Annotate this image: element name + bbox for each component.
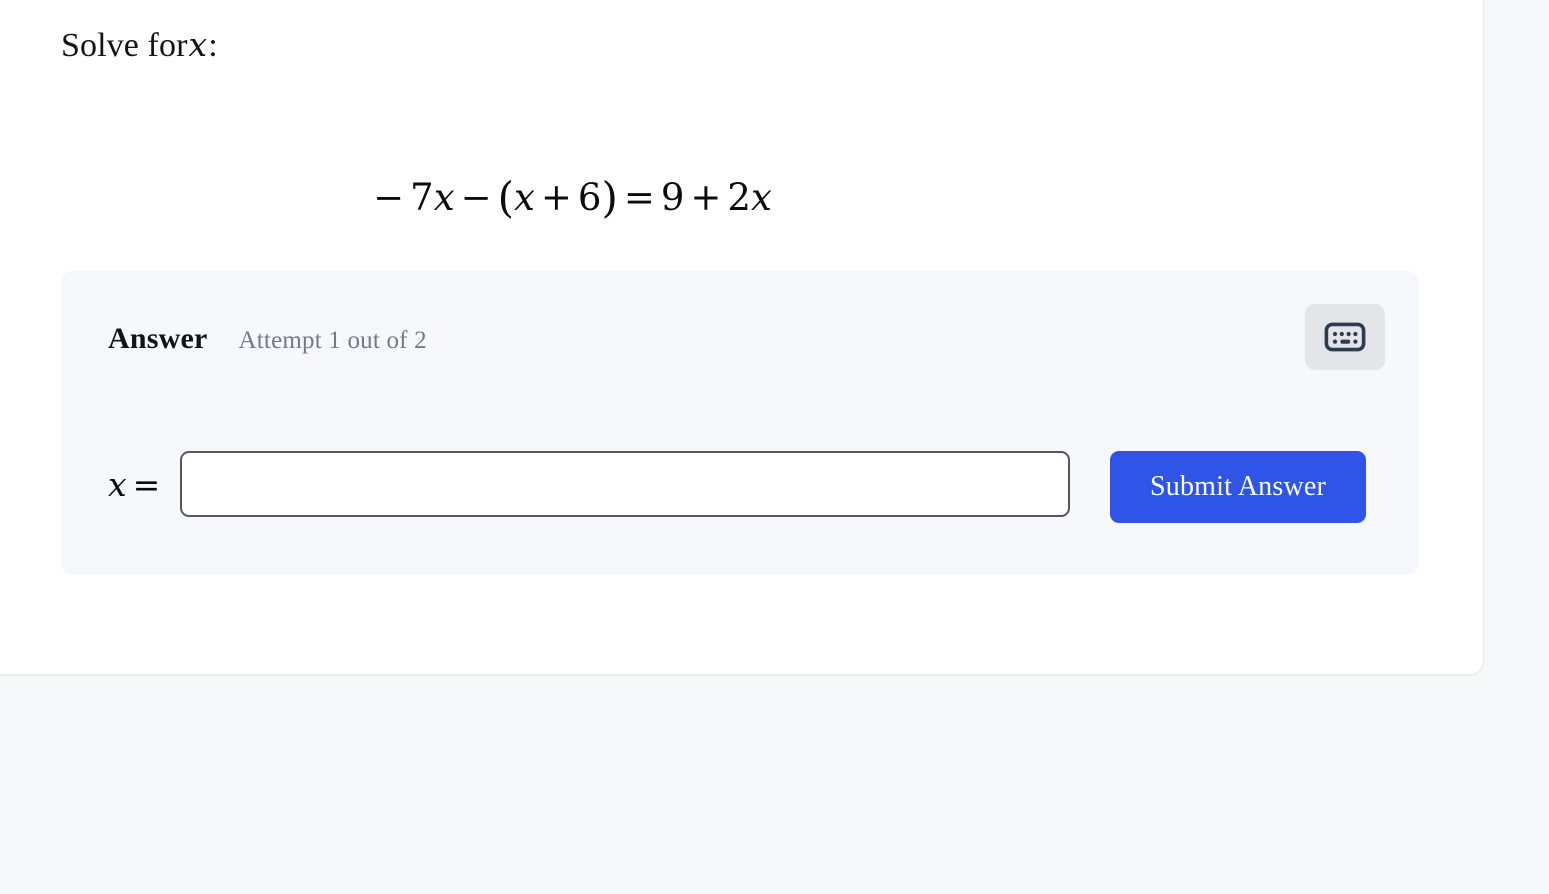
page-title: Solve forx: <box>61 23 218 68</box>
equation-token: 7 <box>410 176 434 219</box>
answer-variable: x <box>108 465 127 504</box>
equation-display: −7x − (x +6) = 9 +2x <box>61 173 1078 224</box>
keyboard-icon <box>1324 322 1366 352</box>
equation-token: + <box>540 176 572 219</box>
question-card-content: Solve forx: −7x − (x +6) = 9 +2x Answer Attemp… <box>1 1 1483 674</box>
keyboard-toggle-button[interactable] <box>1305 304 1385 370</box>
equation-token: x <box>514 176 535 219</box>
answer-equals-sign: = <box>132 465 161 504</box>
equation-token: ( <box>497 173 514 222</box>
answer-panel: Answer Attempt 1 out of 2 x = Submit Ans… <box>61 271 1419 575</box>
equation-token: ) <box>601 173 618 222</box>
equation-token: + <box>690 176 722 219</box>
equation-token: 2 <box>727 176 751 219</box>
prompt-trailing: : <box>208 27 218 64</box>
equation-token: − <box>373 176 405 219</box>
answer-header: Answer Attempt 1 out of 2 <box>108 322 427 356</box>
answer-variable-label: x = <box>108 465 160 505</box>
prompt-variable: x <box>188 25 208 64</box>
prompt-lead: Solve for <box>61 27 188 64</box>
answer-input[interactable] <box>180 451 1070 517</box>
submit-answer-button[interactable]: Submit Answer <box>1110 451 1366 523</box>
equation-token: = <box>623 176 655 219</box>
equation-token: x <box>750 176 772 219</box>
answer-title: Answer <box>108 322 208 355</box>
equation-token: 6 <box>577 176 602 219</box>
answer-input-row: x = Submit Answer <box>108 451 1419 523</box>
attempt-counter: Attempt 1 out of 2 <box>238 327 427 354</box>
equation-token: 9 <box>660 176 685 219</box>
equation-token: − <box>460 176 492 219</box>
page-root: Solve forx: −7x − (x +6) = 9 +2x Answer Attemp… <box>0 0 1549 894</box>
equation-token: x <box>433 176 455 219</box>
question-card: Solve forx: −7x − (x +6) = 9 +2x Answer Attemp… <box>0 0 1484 675</box>
